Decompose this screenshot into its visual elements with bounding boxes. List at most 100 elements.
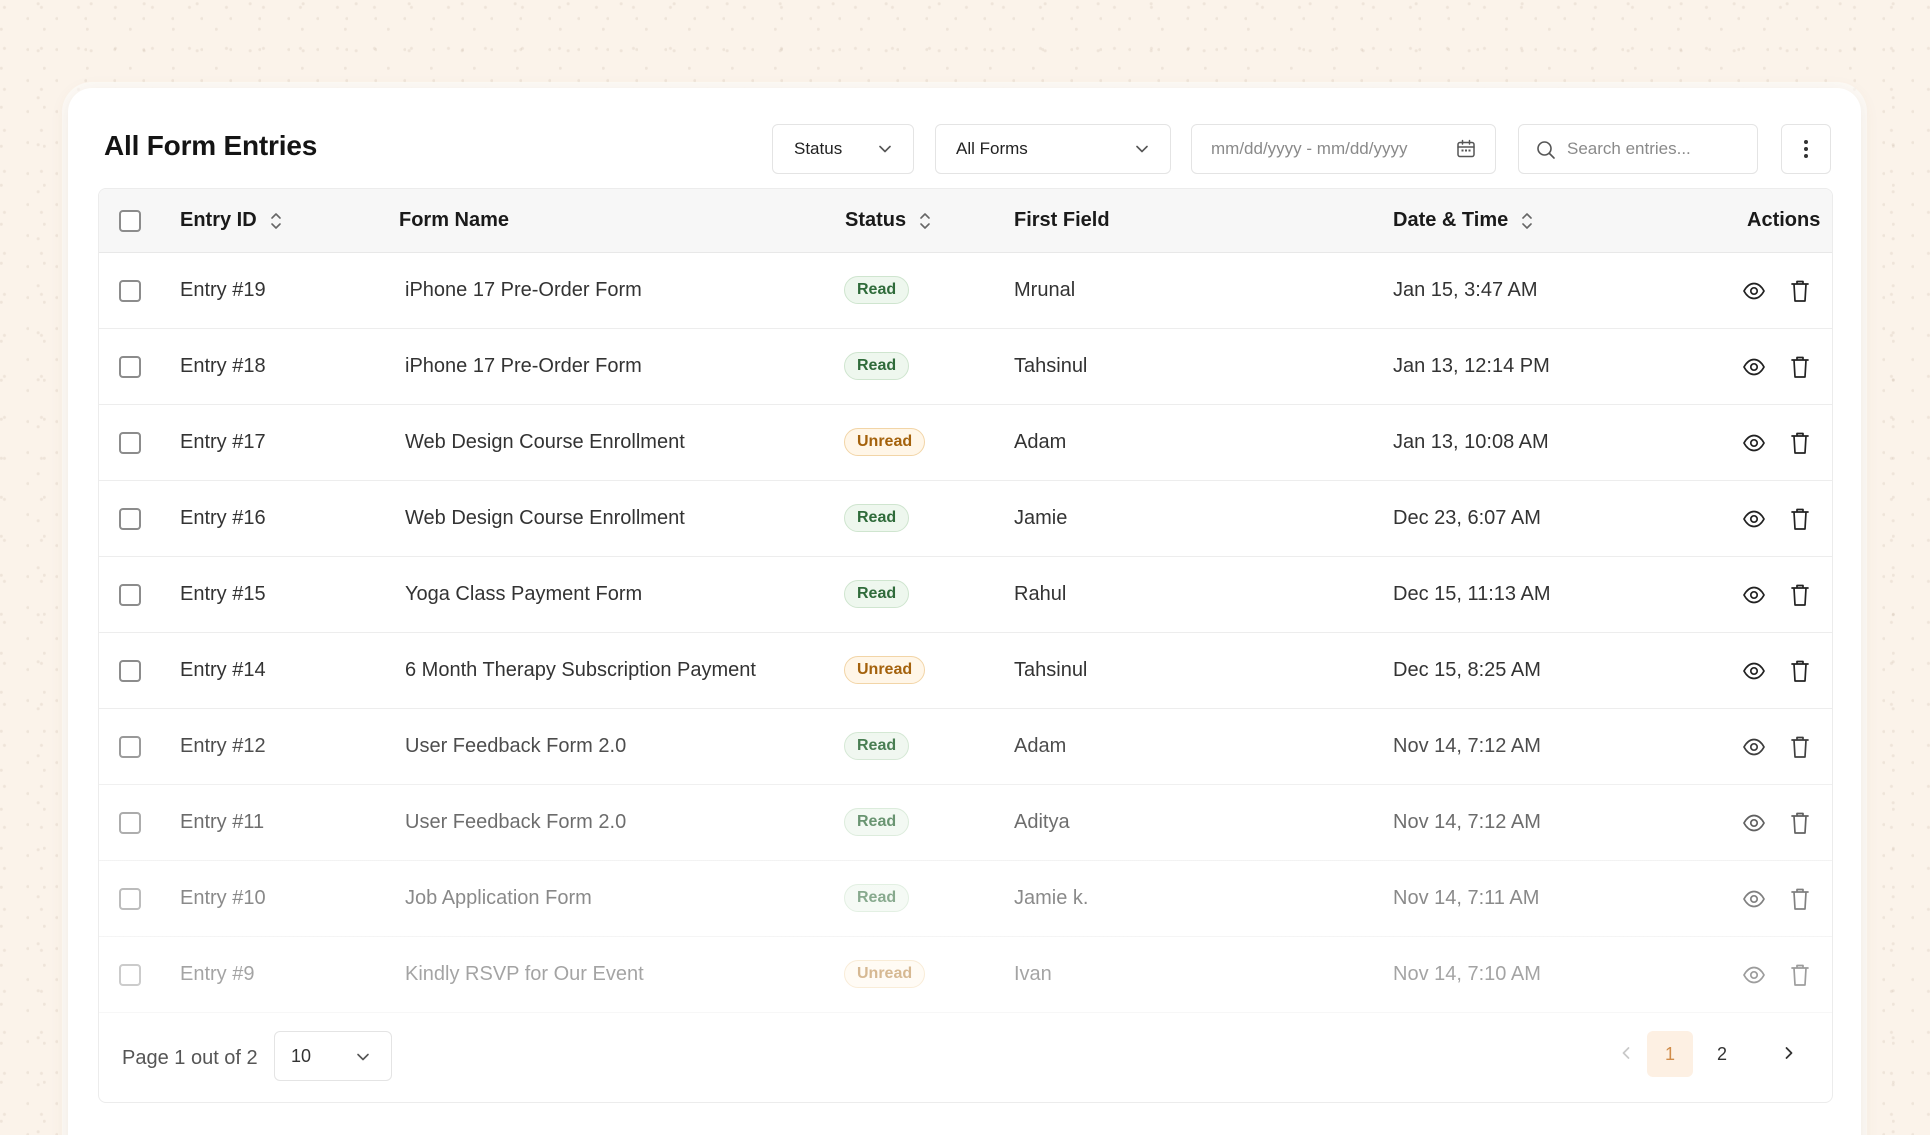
- column-date-time[interactable]: Date & Time: [1393, 209, 1534, 232]
- entry-id: Entry #17: [180, 431, 266, 453]
- status-cell: Read: [844, 732, 910, 760]
- table-row[interactable]: Entry #12 User Feedback Form 2.0 Read Adam N…: [99, 709, 1832, 785]
- status-badge: Read: [844, 276, 910, 304]
- entry-id: Entry #11: [180, 811, 265, 833]
- trash-icon[interactable]: [1789, 354, 1811, 380]
- status-cell: Unread: [844, 656, 926, 684]
- column-entry-id-label: Entry ID: [180, 209, 257, 231]
- search-input[interactable]: Search entries...: [1518, 124, 1758, 174]
- column-entry-id[interactable]: Entry ID: [180, 209, 283, 232]
- column-date-time-label: Date & Time: [1393, 209, 1509, 231]
- entry-id: Entry #14: [180, 659, 266, 681]
- table-row[interactable]: Entry #11 User Feedback Form 2.0 Read Adity…: [99, 785, 1832, 861]
- forms-filter-label: All Forms: [956, 139, 1028, 158]
- status-badge: Unread: [844, 960, 926, 988]
- table-row[interactable]: Entry #18 iPhone 17 Pre-Order Form Read Tah…: [99, 329, 1832, 405]
- trash-icon[interactable]: [1789, 278, 1811, 304]
- search-icon: [1537, 141, 1555, 159]
- entry-id: Entry #10: [180, 887, 266, 909]
- row-checkbox[interactable]: [119, 888, 141, 910]
- entry-id: Entry #16: [180, 507, 266, 529]
- row-checkbox[interactable]: [119, 812, 141, 834]
- entry-id: Entry #12: [180, 735, 266, 757]
- calendar-icon[interactable]: [1455, 138, 1477, 160]
- status-badge: Read: [844, 732, 910, 760]
- column-status[interactable]: Status: [845, 209, 932, 232]
- eye-icon[interactable]: [1742, 280, 1766, 302]
- sort-arrows-icon[interactable]: [918, 210, 932, 232]
- trash-icon[interactable]: [1789, 582, 1811, 608]
- form-name: Kindly RSVP for Our Event: [405, 963, 644, 985]
- trash-icon[interactable]: [1789, 430, 1811, 456]
- row-checkbox[interactable]: [119, 584, 141, 606]
- search-placeholder: Search entries...: [1567, 139, 1691, 158]
- status-cell: Read: [844, 580, 910, 608]
- status-cell: Read: [844, 884, 910, 912]
- trash-icon[interactable]: [1789, 658, 1811, 684]
- first-field: Tahsinul: [1014, 355, 1088, 377]
- table-body: Entry #19 iPhone 17 Pre-Order Form Read Mru…: [99, 253, 1832, 1013]
- column-actions-label: Actions: [1747, 209, 1821, 231]
- more-options-button[interactable]: [1781, 124, 1831, 174]
- eye-icon[interactable]: [1742, 660, 1766, 682]
- table-row[interactable]: Entry #10 Job Application Form Read Jamie k…: [99, 861, 1832, 937]
- forms-filter-dropdown[interactable]: All Forms: [935, 124, 1171, 174]
- status-badge: Read: [844, 580, 910, 608]
- form-name: Yoga Class Payment Form: [405, 583, 643, 605]
- status-cell: Read: [844, 276, 910, 304]
- column-status-label: Status: [845, 209, 907, 231]
- row-checkbox[interactable]: [119, 508, 141, 530]
- select-all-checkbox[interactable]: [119, 210, 141, 232]
- status-cell: Unread: [844, 960, 926, 988]
- status-cell: Read: [844, 352, 910, 380]
- page-button-2[interactable]: 2: [1699, 1031, 1745, 1077]
- table-row[interactable]: Entry #14 6 Month Therapy Subscription Pa…: [99, 633, 1832, 709]
- row-checkbox[interactable]: [119, 660, 141, 682]
- table-row[interactable]: Entry #16 Web Design Course Enrollment Rea…: [99, 481, 1832, 557]
- row-checkbox[interactable]: [119, 280, 141, 302]
- eye-icon[interactable]: [1742, 432, 1766, 454]
- eye-icon[interactable]: [1742, 812, 1766, 834]
- table-row[interactable]: Entry #9 Kindly RSVP for Our Event Unread I…: [99, 937, 1832, 1013]
- date-time: Nov 14, 7:10 AM: [1393, 963, 1541, 985]
- eye-icon[interactable]: [1742, 356, 1766, 378]
- eye-icon[interactable]: [1742, 584, 1766, 606]
- kebab-menu-icon: [1804, 140, 1808, 158]
- row-checkbox[interactable]: [119, 964, 141, 986]
- trash-icon[interactable]: [1789, 962, 1811, 988]
- row-checkbox[interactable]: [119, 432, 141, 454]
- row-checkbox[interactable]: [119, 736, 141, 758]
- form-name: Web Design Course Enrollment: [405, 431, 685, 453]
- trash-icon[interactable]: [1789, 734, 1811, 760]
- table-header: Entry ID Form Name Status First Field Da…: [99, 189, 1832, 253]
- first-field: Aditya: [1014, 811, 1070, 833]
- page-button-1[interactable]: 1: [1647, 1031, 1693, 1077]
- date-time: Nov 14, 7:11 AM: [1393, 887, 1540, 909]
- eye-icon[interactable]: [1742, 888, 1766, 910]
- entry-id: Entry #18: [180, 355, 266, 377]
- sort-arrows-icon[interactable]: [1520, 210, 1534, 232]
- first-field: Jamie k.: [1014, 887, 1089, 909]
- eye-icon[interactable]: [1742, 964, 1766, 986]
- chevron-right-icon[interactable]: [1779, 1043, 1799, 1063]
- row-checkbox[interactable]: [119, 356, 141, 378]
- table-row[interactable]: Entry #19 iPhone 17 Pre-Order Form Read Mru…: [99, 253, 1832, 329]
- sort-arrows-icon[interactable]: [269, 210, 283, 232]
- eye-icon[interactable]: [1742, 736, 1766, 758]
- eye-icon[interactable]: [1742, 508, 1766, 530]
- status-badge: Read: [844, 352, 910, 380]
- chevron-left-icon[interactable]: [1616, 1043, 1636, 1063]
- table-row[interactable]: Entry #15 Yoga Class Payment Form Read Rahu…: [99, 557, 1832, 633]
- table-row[interactable]: Entry #17 Web Design Course Enrollment Unr…: [99, 405, 1832, 481]
- trash-icon[interactable]: [1789, 810, 1811, 836]
- status-badge: Read: [844, 884, 910, 912]
- entries-card: All Form Entries Status All Forms mm/dd/…: [68, 88, 1861, 1135]
- date-range-input[interactable]: mm/dd/yyyy - mm/dd/yyyy: [1191, 124, 1496, 174]
- trash-icon[interactable]: [1789, 886, 1811, 912]
- status-filter-dropdown[interactable]: Status: [772, 124, 914, 174]
- first-field: Tahsinul: [1014, 659, 1088, 681]
- rows-per-page-dropdown[interactable]: 10: [274, 1031, 392, 1081]
- trash-icon[interactable]: [1789, 506, 1811, 532]
- first-field: Ivan: [1014, 963, 1052, 985]
- form-name: User Feedback Form 2.0: [405, 735, 627, 757]
